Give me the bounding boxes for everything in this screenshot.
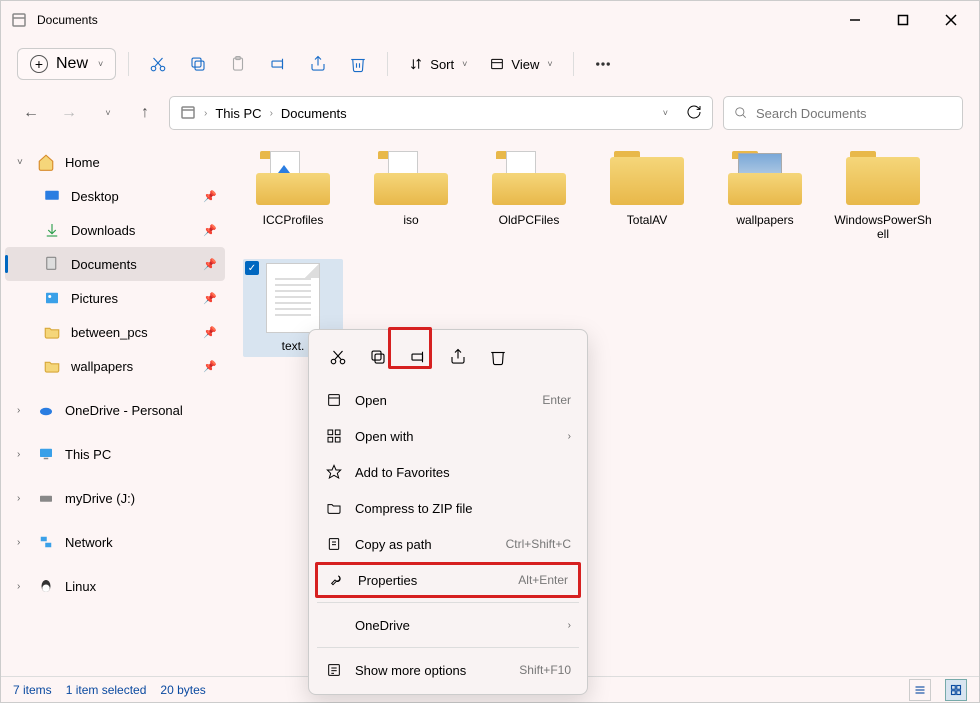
cm-favorites[interactable]: Add to Favorites: [315, 454, 581, 490]
copypath-icon: [325, 536, 343, 552]
folder-windowspowershell[interactable]: WindowsPowerShell: [833, 147, 933, 241]
folder-totalav[interactable]: TotalAV: [597, 147, 697, 241]
sidebar-item-home[interactable]: ˅Home: [5, 145, 225, 179]
cut-button[interactable]: [141, 47, 175, 81]
linux-icon: [37, 577, 55, 595]
forward-button[interactable]: →: [55, 99, 83, 127]
pin-icon: 📌: [203, 292, 217, 305]
icons-view-button[interactable]: [945, 679, 967, 701]
delete-button[interactable]: [341, 47, 375, 81]
cm-open[interactable]: OpenEnter: [315, 382, 581, 418]
cm-delete-button[interactable]: [481, 340, 515, 374]
rename-button[interactable]: [261, 47, 295, 81]
cm-more[interactable]: Show more optionsShift+F10: [315, 652, 581, 688]
breadcrumb-thispc[interactable]: This PC: [215, 106, 261, 121]
drive-icon: [37, 489, 55, 507]
view-button[interactable]: View ˅: [481, 52, 560, 76]
refresh-button[interactable]: [686, 104, 702, 123]
desktop-icon: [43, 187, 61, 205]
sidebar-item-wallpapers[interactable]: wallpapers📌: [5, 349, 225, 383]
maximize-button[interactable]: [889, 6, 917, 34]
sidebar-item-thispc[interactable]: ›This PC: [5, 437, 225, 471]
cm-share-button[interactable]: [441, 340, 475, 374]
sidebar-item-onedrive[interactable]: ›OneDrive - Personal: [5, 393, 225, 427]
pictures-icon: [43, 289, 61, 307]
thispc-icon: [37, 445, 55, 463]
network-icon: [37, 533, 55, 551]
sort-button[interactable]: Sort ˅: [400, 52, 475, 76]
details-view-button[interactable]: [909, 679, 931, 701]
star-icon: [325, 464, 343, 480]
status-size: 20 bytes: [160, 683, 205, 697]
more-icon: [325, 662, 343, 678]
recent-button[interactable]: ˅: [93, 99, 121, 127]
paste-button[interactable]: [221, 47, 255, 81]
more-button[interactable]: [586, 47, 620, 81]
copy-button[interactable]: [181, 47, 215, 81]
status-selected: 1 item selected: [66, 683, 147, 697]
close-button[interactable]: [937, 6, 965, 34]
pin-icon: 📌: [203, 190, 217, 203]
sidebar-item-betweenpcs[interactable]: between_pcs📌: [5, 315, 225, 349]
new-label: New: [56, 55, 88, 73]
share-button[interactable]: [301, 47, 335, 81]
breadcrumb-documents[interactable]: Documents: [281, 106, 347, 121]
minimize-button[interactable]: [841, 6, 869, 34]
cm-copy-button[interactable]: [361, 340, 395, 374]
documents-icon: [43, 255, 61, 273]
folder-iso[interactable]: iso: [361, 147, 461, 241]
status-items: 7 items: [13, 683, 52, 697]
folder-icon: [180, 104, 196, 123]
cm-onedrive[interactable]: OneDrive›: [315, 607, 581, 643]
address-dropdown[interactable]: ˅: [663, 108, 668, 118]
sidebar-item-pictures[interactable]: Pictures📌: [5, 281, 225, 315]
address-bar[interactable]: › This PC › Documents ˅: [169, 96, 713, 130]
sidebar-item-desktop[interactable]: Desktop📌: [5, 179, 225, 213]
cm-compress[interactable]: Compress to ZIP file: [315, 490, 581, 526]
window-title: Documents: [37, 13, 841, 27]
properties-icon: [328, 572, 346, 588]
sort-label: Sort: [430, 57, 454, 72]
check-icon: ✓: [245, 261, 259, 275]
cm-properties[interactable]: PropertiesAlt+Enter: [315, 562, 581, 598]
toolbar: + New ˅ Sort ˅ View ˅: [1, 39, 979, 89]
zip-icon: [325, 500, 343, 516]
cm-cut-button[interactable]: [321, 340, 355, 374]
pin-icon: 📌: [203, 224, 217, 237]
folder-icon: [43, 323, 61, 341]
openwith-icon: [325, 428, 343, 444]
search-placeholder: Search Documents: [756, 106, 867, 121]
up-button[interactable]: ↑: [131, 99, 159, 127]
folder-oldpcfiles[interactable]: OldPCFiles: [479, 147, 579, 241]
sidebar-item-documents[interactable]: Documents📌: [5, 247, 225, 281]
pin-icon: 📌: [203, 258, 217, 271]
search-input[interactable]: Search Documents: [723, 96, 963, 130]
address-row: ← → ˅ ↑ › This PC › Documents ˅ Search D…: [1, 89, 979, 137]
context-menu: OpenEnter Open with› Add to Favorites Co…: [308, 329, 588, 695]
app-icon: [11, 12, 27, 28]
cm-rename-button[interactable]: [401, 340, 435, 374]
home-icon: [37, 153, 55, 171]
onedrive-icon: [37, 401, 55, 419]
search-icon: [734, 106, 748, 120]
back-button[interactable]: ←: [17, 99, 45, 127]
sidebar: ˅Home Desktop📌 Downloads📌 Documents📌 Pic…: [1, 137, 229, 678]
folder-icon: [43, 357, 61, 375]
sidebar-item-mydrive[interactable]: ›myDrive (J:): [5, 481, 225, 515]
folder-iccprofiles[interactable]: ICCProfiles: [243, 147, 343, 241]
cm-copypath[interactable]: Copy as pathCtrl+Shift+C: [315, 526, 581, 562]
sidebar-item-downloads[interactable]: Downloads📌: [5, 213, 225, 247]
view-label: View: [511, 57, 539, 72]
pin-icon: 📌: [203, 326, 217, 339]
sidebar-item-linux[interactable]: ›Linux: [5, 569, 225, 603]
sidebar-item-network[interactable]: ›Network: [5, 525, 225, 559]
folder-wallpapers[interactable]: wallpapers: [715, 147, 815, 241]
pin-icon: 📌: [203, 360, 217, 373]
downloads-icon: [43, 221, 61, 239]
open-icon: [325, 392, 343, 408]
new-button[interactable]: + New ˅: [17, 48, 116, 80]
cm-openwith[interactable]: Open with›: [315, 418, 581, 454]
title-bar: Documents: [1, 1, 979, 39]
